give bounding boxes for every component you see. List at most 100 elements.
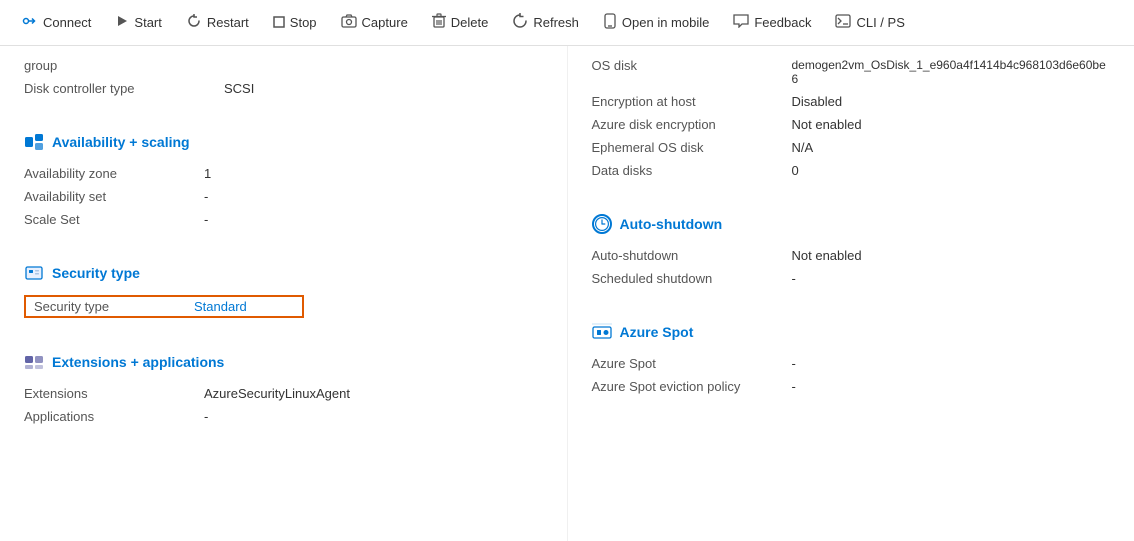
prop-value: Disabled <box>792 90 1111 113</box>
capture-button[interactable]: Capture <box>331 8 418 37</box>
os-disk-value: demogen2vm_OsDisk_1_e960a4f1414b4c968103… <box>792 58 1111 86</box>
feedback-button[interactable]: Feedback <box>723 8 821 37</box>
security-highlighted-row: Security type Standard <box>24 295 304 318</box>
prop-label: Data disks <box>592 159 792 182</box>
start-button[interactable]: Start <box>105 8 171 37</box>
prop-label: Scale Set <box>24 208 204 231</box>
azurespot-props: Azure Spot-Azure Spot eviction policy- <box>592 352 1111 398</box>
prop-value: 1 <box>204 162 543 185</box>
prop-value: 0 <box>792 159 1111 182</box>
prop-label: Extensions <box>24 382 204 405</box>
prop-label: Scheduled shutdown <box>592 267 792 290</box>
prop-value: Not enabled <box>792 113 1111 136</box>
prop-value: - <box>792 267 1111 290</box>
availability-props: Availability zone1Availability set-Scale… <box>24 162 543 231</box>
delete-button[interactable]: Delete <box>422 7 499 38</box>
restart-button[interactable]: Restart <box>176 7 259 38</box>
extensions-icon <box>24 352 44 372</box>
security-title-text: Security type <box>52 265 140 281</box>
prop-value: - <box>204 208 543 231</box>
table-row: Ephemeral OS diskN/A <box>592 136 1111 159</box>
group-prop: group <box>24 54 543 77</box>
connect-label: Connect <box>43 15 91 30</box>
disk-controller-prop: Disk controller type SCSI <box>24 77 543 100</box>
right-column: OS disk demogen2vm_OsDisk_1_e960a4f1414b… <box>568 46 1134 541</box>
availability-title-text: Availability + scaling <box>52 134 190 150</box>
top-partial-left: group Disk controller type SCSI <box>24 46 543 100</box>
azurespot-section: Azure Spot Azure Spot-Azure Spot evictio… <box>592 308 1111 398</box>
table-row: Azure disk encryptionNot enabled <box>592 113 1111 136</box>
prop-label: Auto-shutdown <box>592 244 792 267</box>
prop-value: Not enabled <box>792 244 1111 267</box>
os-disk-prop: OS disk demogen2vm_OsDisk_1_e960a4f1414b… <box>592 54 1111 90</box>
azurespot-icon <box>592 322 612 342</box>
refresh-button[interactable]: Refresh <box>502 7 589 38</box>
autoshutdown-icon <box>592 214 612 234</box>
delete-icon <box>432 13 446 32</box>
autoshutdown-props: Auto-shutdownNot enabledScheduled shutdo… <box>592 244 1111 290</box>
disk-controller-label: Disk controller type <box>24 81 224 96</box>
feedback-icon <box>733 14 749 31</box>
connect-button[interactable]: Connect <box>12 7 101 38</box>
stop-icon <box>273 15 285 31</box>
extensions-props: ExtensionsAzureSecurityLinuxAgentApplica… <box>24 382 543 428</box>
table-row: Auto-shutdownNot enabled <box>592 244 1111 267</box>
prop-label: Azure Spot eviction policy <box>592 375 792 398</box>
stop-label: Stop <box>290 15 317 30</box>
stop-button[interactable]: Stop <box>263 9 327 37</box>
prop-label: Azure Spot <box>592 352 792 375</box>
os-disk-label: OS disk <box>592 58 792 86</box>
start-icon <box>115 14 129 31</box>
connect-icon <box>22 13 38 32</box>
restart-icon <box>186 13 202 32</box>
os-disk-props: Encryption at hostDisabledAzure disk enc… <box>592 90 1111 182</box>
open-mobile-icon <box>603 13 617 32</box>
prop-value: - <box>792 375 1111 398</box>
prop-label: Applications <box>24 405 204 428</box>
azurespot-title-text: Azure Spot <box>620 324 694 340</box>
open-mobile-button[interactable]: Open in mobile <box>593 7 719 38</box>
prop-label: Encryption at host <box>592 90 792 113</box>
feedback-label: Feedback <box>754 15 811 30</box>
os-disk-section: OS disk demogen2vm_OsDisk_1_e960a4f1414b… <box>592 46 1111 182</box>
table-row: Azure Spot- <box>592 352 1111 375</box>
cli-ps-button[interactable]: CLI / PS <box>825 8 914 37</box>
table-row: Azure Spot eviction policy- <box>592 375 1111 398</box>
delete-label: Delete <box>451 15 489 30</box>
content-area: group Disk controller type SCSI Availabi… <box>0 46 1134 541</box>
prop-label: Availability set <box>24 185 204 208</box>
prop-value: AzureSecurityLinuxAgent <box>204 382 543 405</box>
capture-label: Capture <box>362 15 408 30</box>
autoshutdown-section: Auto-shutdown Auto-shutdownNot enabledSc… <box>592 200 1111 290</box>
table-row: Scheduled shutdown- <box>592 267 1111 290</box>
prop-value: - <box>204 405 543 428</box>
extensions-section: Extensions + applications ExtensionsAzur… <box>24 338 543 428</box>
refresh-icon <box>512 13 528 32</box>
prop-label: Ephemeral OS disk <box>592 136 792 159</box>
table-row: Scale Set- <box>24 208 543 231</box>
capture-icon <box>341 14 357 31</box>
availability-title: Availability + scaling <box>24 132 543 152</box>
extensions-title-text: Extensions + applications <box>52 354 224 370</box>
prop-label: Azure disk encryption <box>592 113 792 136</box>
prop-value: - <box>204 185 543 208</box>
security-type-value: Standard <box>194 299 247 314</box>
azurespot-title: Azure Spot <box>592 322 1111 342</box>
start-label: Start <box>134 15 161 30</box>
table-row: Availability set- <box>24 185 543 208</box>
disk-controller-value: SCSI <box>224 81 254 96</box>
availability-icon <box>24 132 44 152</box>
security-title: Security type <box>24 263 543 283</box>
table-row: ExtensionsAzureSecurityLinuxAgent <box>24 382 543 405</box>
prop-value: - <box>792 352 1111 375</box>
table-row: Applications- <box>24 405 543 428</box>
group-label: group <box>24 58 224 73</box>
autoshutdown-title-text: Auto-shutdown <box>620 216 723 232</box>
toolbar: Connect Start Restart Stop Ca <box>0 0 1134 46</box>
extensions-title: Extensions + applications <box>24 352 543 372</box>
autoshutdown-title: Auto-shutdown <box>592 214 1111 234</box>
restart-label: Restart <box>207 15 249 30</box>
cli-ps-label: CLI / PS <box>856 15 904 30</box>
table-row: Data disks0 <box>592 159 1111 182</box>
prop-label: Availability zone <box>24 162 204 185</box>
